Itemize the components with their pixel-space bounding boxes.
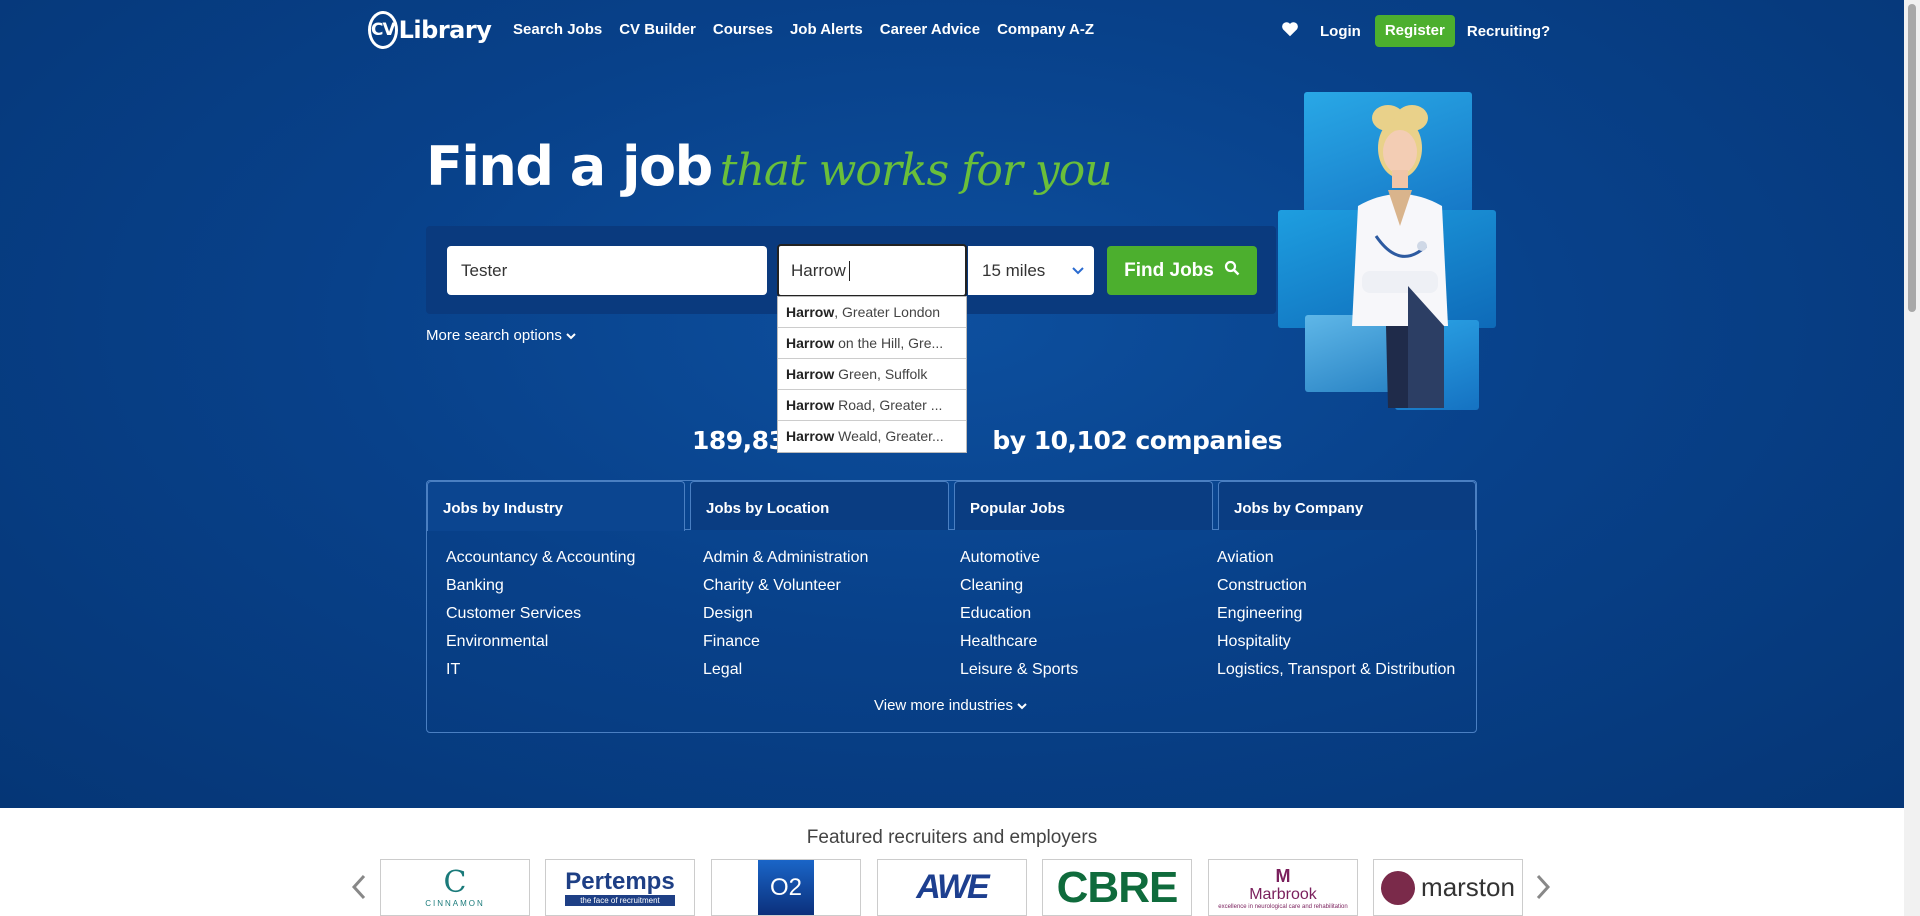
industry-link[interactable]: Construction (1217, 577, 1307, 595)
industry-link[interactable]: Automotive (960, 549, 1040, 567)
companies-count-text: by 10,102 companies (992, 426, 1282, 455)
nav-cv-builder[interactable]: CV Builder (619, 21, 696, 38)
industry-link[interactable]: Education (960, 605, 1031, 623)
heart-icon[interactable] (1280, 21, 1300, 41)
employer-logo-marbrook[interactable]: M Marbrook excellence in neurological ca… (1208, 859, 1358, 916)
industry-link[interactable]: IT (446, 661, 460, 679)
industry-link[interactable]: Environmental (446, 633, 548, 651)
tab-jobs-by-location[interactable]: Jobs by Location (690, 481, 949, 530)
chevron-down-icon (566, 327, 576, 344)
main-nav-links: Search Jobs CV Builder Courses Job Alert… (513, 21, 1111, 38)
recruiting-link[interactable]: Recruiting? (1467, 23, 1550, 40)
search-icon (1224, 260, 1240, 282)
scrollbar-thumb[interactable] (1908, 4, 1916, 312)
logo-library-text: Library (398, 16, 492, 44)
chevron-left-icon[interactable] (350, 872, 368, 910)
view-more-industries[interactable]: View more industries (874, 697, 1027, 714)
featured-title: Featured recruiters and employers (806, 827, 1098, 848)
nav-company-a-z[interactable]: Company A-Z (997, 21, 1094, 38)
view-more-label: View more industries (874, 697, 1013, 714)
tab-popular-jobs[interactable]: Popular Jobs (954, 481, 1213, 530)
industry-link[interactable]: Logistics, Transport & Distribution (1217, 661, 1455, 679)
top-navigation: CV Library Search Jobs CV Builder Course… (0, 0, 1904, 62)
headline-bold: Find a job (426, 135, 713, 198)
location-field[interactable] (777, 244, 967, 297)
radius-value: 15 miles (982, 261, 1046, 280)
industry-link[interactable]: Accountancy & Accounting (446, 549, 635, 567)
nav-courses[interactable]: Courses (713, 21, 773, 38)
industry-link[interactable]: Banking (446, 577, 504, 595)
cv-library-logo[interactable]: CV Library (368, 9, 492, 51)
industry-link[interactable]: Design (703, 605, 753, 623)
more-search-options[interactable]: More search options (426, 327, 576, 344)
nav-account-area: Login Register Recruiting? (1280, 15, 1550, 47)
autocomplete-option[interactable]: Harrow Weald, Greater... (778, 421, 966, 452)
employer-logo-awe[interactable]: AWE (877, 859, 1027, 916)
location-input[interactable] (779, 246, 965, 295)
nav-search-jobs[interactable]: Search Jobs (513, 21, 602, 38)
industry-link[interactable]: Aviation (1217, 549, 1274, 567)
industry-link[interactable]: Legal (703, 661, 742, 679)
industry-link[interactable]: Admin & Administration (703, 549, 868, 567)
industry-link[interactable]: Hospitality (1217, 633, 1291, 651)
login-link[interactable]: Login (1320, 23, 1361, 40)
hero-headline: Find a job that works for you (426, 135, 1113, 198)
industry-link[interactable]: Engineering (1217, 605, 1302, 623)
employer-logo-marston[interactable]: marston (1373, 859, 1523, 916)
hero-person-illustration (1352, 105, 1448, 408)
employer-logo-pertemps[interactable]: Pertemps the face of recruitment (545, 859, 695, 916)
employer-logo-cinnamon[interactable]: C CINNAMON (380, 859, 530, 916)
register-button[interactable]: Register (1374, 15, 1455, 47)
find-jobs-label: Find Jobs (1124, 259, 1214, 281)
radius-select[interactable]: 15 miles (968, 246, 1094, 295)
page-scrollbar[interactable] (1904, 0, 1920, 916)
autocomplete-option[interactable]: Harrow, Greater London (778, 297, 966, 328)
tab-jobs-by-industry[interactable]: Jobs by Industry (427, 481, 685, 531)
industry-link[interactable]: Cleaning (960, 577, 1023, 595)
more-search-options-label: More search options (426, 327, 562, 344)
chevron-down-icon (1017, 697, 1027, 714)
tab-jobs-by-company[interactable]: Jobs by Company (1218, 481, 1476, 530)
industry-link[interactable]: Healthcare (960, 633, 1037, 651)
employer-logo-cbre[interactable]: CBRE (1042, 859, 1192, 916)
chevron-down-icon (1072, 246, 1084, 315)
autocomplete-option[interactable]: Harrow on the Hill, Gre... (778, 328, 966, 359)
autocomplete-option[interactable]: Harrow Road, Greater ... (778, 390, 966, 421)
location-autocomplete: Harrow, Greater London Harrow on the Hil… (777, 296, 967, 453)
industry-link[interactable]: Leisure & Sports (960, 661, 1078, 679)
employer-logo-o2[interactable]: O2 (711, 859, 861, 916)
chevron-right-icon[interactable] (1534, 872, 1552, 910)
text-caret (849, 261, 850, 281)
keywords-input[interactable] (447, 246, 767, 295)
headline-script: that works for you (719, 145, 1113, 196)
autocomplete-option[interactable]: Harrow Green, Suffolk (778, 359, 966, 390)
nav-job-alerts[interactable]: Job Alerts (790, 21, 863, 38)
industry-link[interactable]: Finance (703, 633, 760, 651)
logo-cv-mark: CV (368, 11, 398, 49)
industry-link[interactable]: Charity & Volunteer (703, 577, 841, 595)
industry-link[interactable]: Customer Services (446, 605, 581, 623)
find-jobs-button[interactable]: Find Jobs (1107, 246, 1257, 295)
nav-career-advice[interactable]: Career Advice (880, 21, 980, 38)
